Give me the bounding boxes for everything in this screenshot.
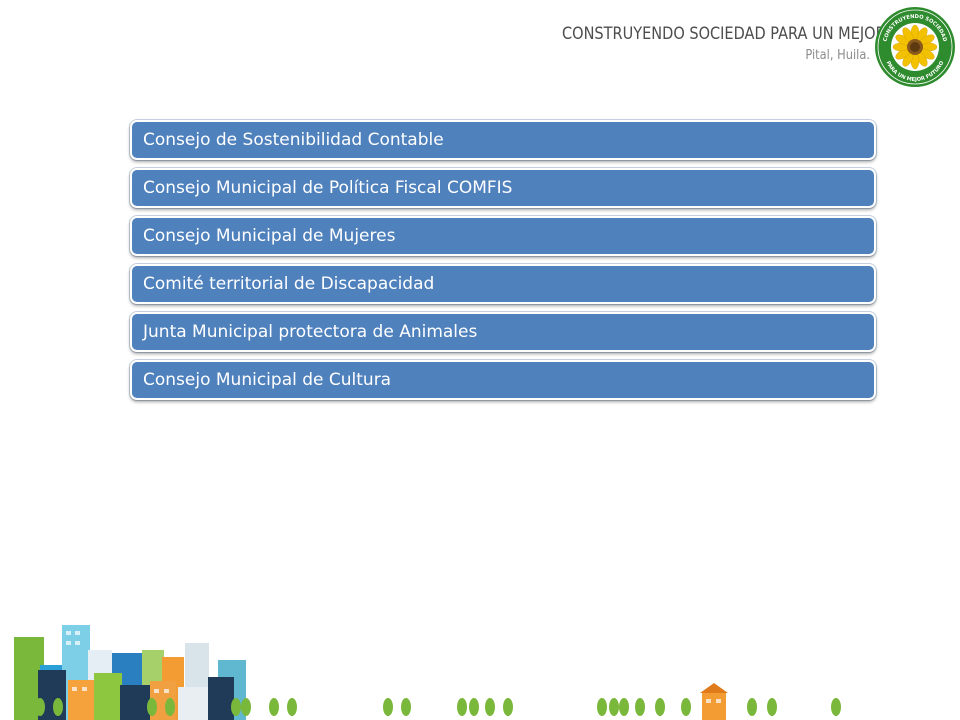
header-title: CONSTRUYENDO SOCIEDAD PARA UN MEJOR FUTU… xyxy=(562,24,951,43)
sunflower-seal-logo: CONSTRUYENDO SOCIEDAD PARA UN MEJOR FUTU… xyxy=(875,7,955,87)
list-item: Consejo Municipal de Cultura xyxy=(130,360,876,400)
city-skyline-illustration xyxy=(14,625,841,720)
list-item: Junta Municipal protectora de Animales xyxy=(130,312,876,352)
list-item: Consejo de Sostenibilidad Contable xyxy=(130,120,876,160)
list-item: Comité territorial de Discapacidad xyxy=(130,264,876,304)
header-subtitle: Pital, Huila. xyxy=(805,48,870,63)
list-item: Consejo Municipal de Mujeres xyxy=(130,216,876,256)
list-item: Consejo Municipal de Política Fiscal COM… xyxy=(130,168,876,208)
council-list: Consejo de Sostenibilidad Contable Conse… xyxy=(130,120,876,408)
